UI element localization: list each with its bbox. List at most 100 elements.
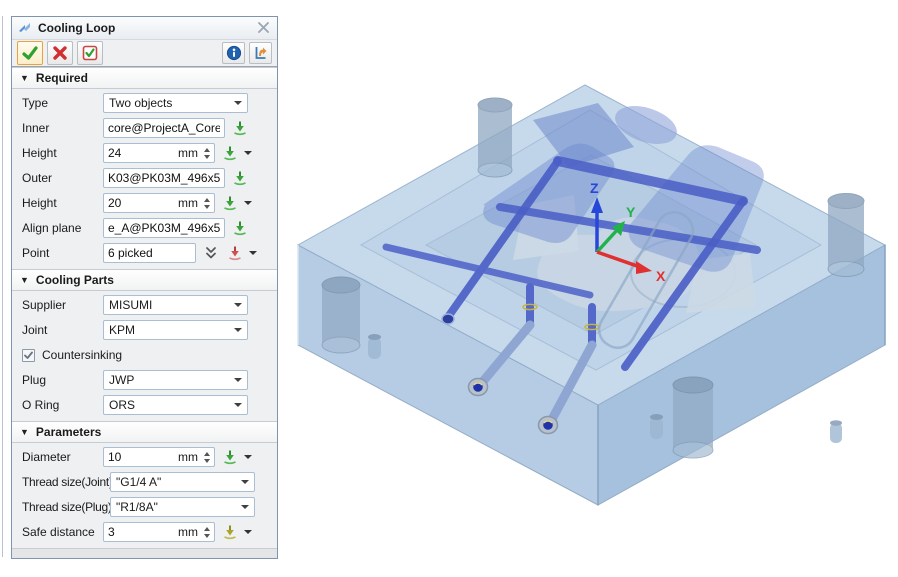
o-ring-dropdown[interactable]: ORS — [103, 395, 248, 415]
type-dropdown[interactable]: Two objects — [103, 93, 248, 113]
section-header-cooling-parts[interactable]: ▼ Cooling Parts — [12, 269, 277, 291]
select-object-icon[interactable] — [231, 169, 249, 187]
double-chevron-down-icon[interactable] — [202, 244, 220, 262]
diameter-field[interactable]: mm — [103, 447, 215, 467]
outer-input[interactable] — [104, 171, 224, 185]
diameter-stepper[interactable] — [200, 448, 213, 466]
unit-label: mm — [178, 196, 200, 210]
align-plane-field[interactable] — [103, 218, 225, 238]
inner-label: Inner — [22, 121, 103, 135]
height-inner-stepper[interactable] — [200, 144, 213, 162]
page-arrow-icon — [253, 45, 269, 61]
point-field[interactable] — [103, 243, 196, 263]
select-value-icon[interactable] — [221, 194, 239, 212]
dialog-titlebar[interactable]: Cooling Loop — [12, 17, 277, 40]
select-object-icon[interactable] — [231, 119, 249, 137]
height-outer-row: Height mm — [12, 191, 277, 216]
outer-row: Outer — [12, 166, 277, 191]
safe-distance-stepper[interactable] — [200, 523, 213, 541]
apply-button[interactable] — [77, 41, 103, 65]
height-outer-stepper[interactable] — [200, 194, 213, 212]
section-cooling-parts: ▼ Cooling Parts Supplier MISUMI Joint KP… — [12, 269, 277, 421]
details-button[interactable] — [249, 42, 272, 64]
thread-plug-row: Thread size(Plug) "R1/8A" — [12, 495, 277, 520]
select-value-icon[interactable] — [221, 144, 239, 162]
options-caret-icon[interactable] — [249, 251, 257, 255]
section-required: ▼ Required Type Two objects Inner — [12, 67, 277, 269]
height-inner-field[interactable]: mm — [103, 143, 215, 163]
diameter-label: Diameter — [22, 450, 103, 464]
info-button[interactable] — [222, 42, 245, 64]
options-caret-icon[interactable] — [244, 530, 252, 534]
plug-dropdown[interactable]: JWP — [103, 370, 248, 390]
dialog-toolbar — [12, 40, 277, 67]
section-header-parameters[interactable]: ▼ Parameters — [12, 421, 277, 443]
axis-y-label: Y — [626, 204, 636, 220]
unit-label: mm — [178, 525, 200, 539]
plug-label: Plug — [22, 373, 103, 387]
section-title: Parameters — [36, 425, 101, 439]
point-input[interactable] — [104, 246, 195, 260]
diameter-row: Diameter mm — [12, 445, 277, 470]
cooling-loop-icon — [18, 19, 32, 36]
unit-label: mm — [178, 146, 200, 160]
select-value-icon[interactable] — [221, 523, 239, 541]
align-plane-input[interactable] — [104, 221, 224, 235]
section-header-required[interactable]: ▼ Required — [12, 67, 277, 89]
options-caret-icon[interactable] — [244, 455, 252, 459]
chevron-down-icon — [234, 101, 242, 105]
close-icon[interactable] — [255, 20, 271, 36]
o-ring-label: O Ring — [22, 398, 103, 412]
point-label: Point — [22, 246, 103, 260]
height-inner-input[interactable] — [104, 146, 156, 160]
safe-distance-row: Safe distance mm — [12, 520, 277, 545]
options-caret-icon[interactable] — [244, 201, 252, 205]
options-caret-icon[interactable] — [244, 151, 252, 155]
diameter-input[interactable] — [104, 450, 156, 464]
chevron-down-icon — [234, 378, 242, 382]
x-icon — [52, 45, 68, 61]
thread-plug-label: Thread size(Plug) — [22, 500, 110, 514]
axis-z-label: Z — [590, 180, 599, 196]
select-point-icon[interactable] — [226, 244, 244, 262]
countersinking-checkbox[interactable] — [22, 349, 35, 362]
section-title: Required — [36, 71, 88, 85]
inner-input[interactable] — [104, 121, 224, 135]
cooling-loop-dialog: Cooling Loop ▼ Required Type — [11, 16, 278, 559]
3d-viewport[interactable]: Z Y X — [288, 55, 898, 574]
collapse-triangle-icon: ▼ — [20, 275, 29, 285]
chevron-down-icon — [234, 403, 242, 407]
safe-distance-field[interactable]: mm — [103, 522, 215, 542]
countersinking-label: Countersinking — [42, 348, 122, 362]
outer-field[interactable] — [103, 168, 225, 188]
joint-row: Joint KPM — [12, 318, 277, 343]
chevron-down-icon — [234, 328, 242, 332]
height-outer-field[interactable]: mm — [103, 193, 215, 213]
chevron-down-icon — [234, 303, 242, 307]
outer-label: Outer — [22, 171, 103, 185]
dialog-title: Cooling Loop — [38, 21, 255, 35]
height-outer-input[interactable] — [104, 196, 156, 210]
ok-button[interactable] — [17, 41, 43, 65]
thread-joint-row: Thread size(Joint) "G1/4 A" — [12, 470, 277, 495]
inner-row: Inner — [12, 116, 277, 141]
safe-distance-input[interactable] — [104, 525, 156, 539]
cancel-button[interactable] — [47, 41, 73, 65]
height-inner-label: Height — [22, 146, 103, 160]
collapse-triangle-icon: ▼ — [20, 73, 29, 83]
chevron-down-icon — [241, 480, 249, 484]
select-object-icon[interactable] — [231, 219, 249, 237]
thread-joint-dropdown[interactable]: "G1/4 A" — [110, 472, 255, 492]
unit-label: mm — [178, 450, 200, 464]
select-value-icon[interactable] — [221, 448, 239, 466]
thread-joint-label: Thread size(Joint) — [22, 475, 110, 489]
collapse-triangle-icon: ▼ — [20, 427, 29, 437]
plug-row: Plug JWP — [12, 368, 277, 393]
inner-field[interactable] — [103, 118, 225, 138]
supplier-dropdown[interactable]: MISUMI — [103, 295, 248, 315]
joint-label: Joint — [22, 323, 103, 337]
check-icon — [21, 45, 39, 61]
joint-dropdown[interactable]: KPM — [103, 320, 248, 340]
align-plane-row: Align plane — [12, 216, 277, 241]
thread-plug-dropdown[interactable]: "R1/8A" — [110, 497, 255, 517]
